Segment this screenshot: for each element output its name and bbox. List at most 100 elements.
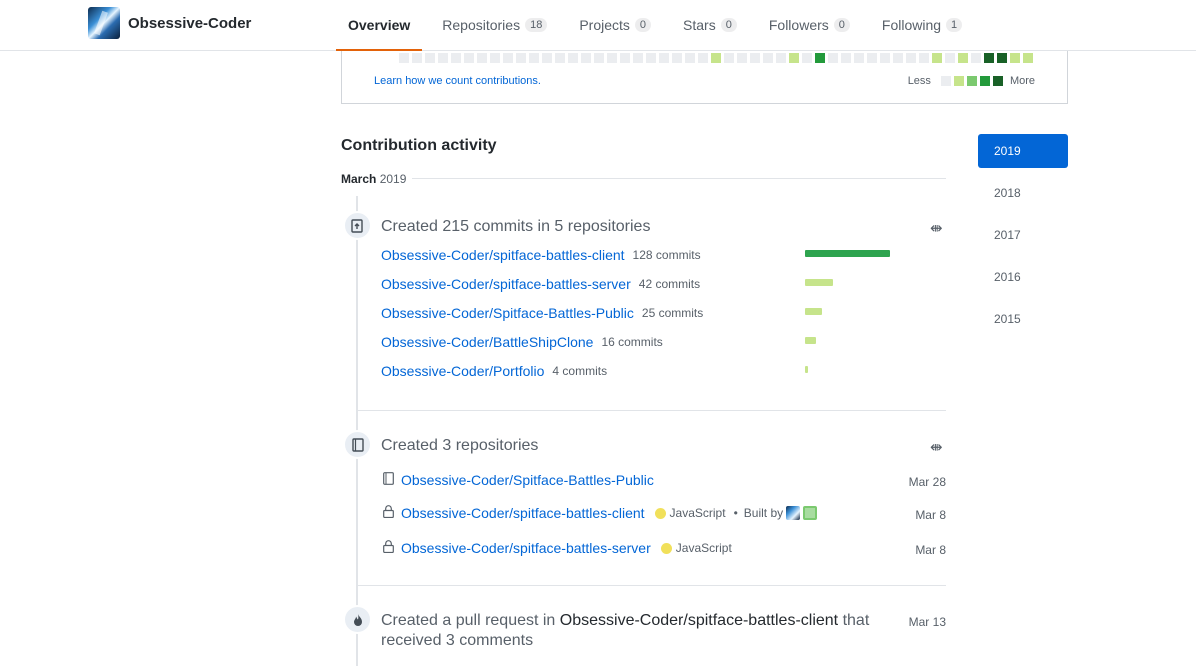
contribution-day-cell[interactable] (555, 53, 565, 63)
contribution-day-cell[interactable] (867, 53, 877, 63)
avatar[interactable] (88, 7, 120, 39)
built-by-label: Built by (743, 506, 784, 520)
contribution-day-cell[interactable] (945, 53, 955, 63)
commit-count-link[interactable]: 16 commits (601, 335, 662, 349)
contribution-day-cell[interactable] (516, 53, 526, 63)
user-link[interactable]: Obsessive-Coder (88, 7, 251, 39)
repo-link[interactable]: Obsessive-Coder/spitface-battles-client (381, 247, 625, 263)
tab-overview[interactable]: Overview (336, 0, 423, 51)
contribution-day-cell[interactable] (607, 53, 617, 63)
commit-row: Obsessive-Coder/spitface-battles-client 1… (381, 246, 701, 264)
contribution-day-cell[interactable] (737, 53, 747, 63)
contribution-day-cell[interactable] (724, 53, 734, 63)
contribution-day-cell[interactable] (880, 53, 890, 63)
contribution-day-cell[interactable] (1023, 53, 1033, 63)
tab-following[interactable]: Following 1 (870, 0, 974, 51)
contribution-day-cell[interactable] (633, 53, 643, 63)
pr-event-prefix: Created a pull request in (381, 612, 556, 629)
contribution-day-cell[interactable] (412, 53, 422, 63)
contribution-day-cell[interactable] (828, 53, 838, 63)
fold-icon[interactable]: ⇼ (930, 438, 943, 456)
year-selector: 2019 2018 2017 2016 2015 (978, 134, 1068, 344)
contribution-day-cell[interactable] (594, 53, 604, 63)
calendar-cells (399, 53, 1036, 63)
year-link-2017[interactable]: 2017 (978, 218, 1068, 252)
contribution-day-cell[interactable] (542, 53, 552, 63)
repo-link[interactable]: Obsessive-Coder/Spitface-Battles-Public (381, 305, 634, 321)
commit-bar (805, 366, 808, 373)
contribution-day-cell[interactable] (997, 53, 1007, 63)
repo-link[interactable]: Obsessive-Coder/spitface-battles-server (381, 276, 631, 292)
commit-count-link[interactable]: 128 commits (633, 248, 701, 262)
lock-icon (381, 540, 395, 556)
contribution-day-cell[interactable] (529, 53, 539, 63)
commit-count-link[interactable]: 4 commits (552, 364, 607, 378)
contribution-day-cell[interactable] (984, 53, 994, 63)
repo-link[interactable]: Obsessive-Coder/spitface-battles-server (401, 540, 651, 556)
contribution-day-cell[interactable] (490, 53, 500, 63)
contribution-day-cell[interactable] (776, 53, 786, 63)
contribution-day-cell[interactable] (750, 53, 760, 63)
commit-bar (805, 250, 890, 257)
year-link-2019[interactable]: 2019 (978, 134, 1068, 168)
profile-header: Obsessive-Coder Overview Repositories 18 … (0, 0, 1196, 51)
contribution-day-cell[interactable] (1010, 53, 1020, 63)
contribution-day-cell[interactable] (672, 53, 682, 63)
contribution-day-cell[interactable] (399, 53, 409, 63)
tab-projects[interactable]: Projects 0 (567, 0, 663, 51)
repo-link[interactable]: Obsessive-Coder/BattleShipClone (381, 334, 593, 350)
tab-label: Projects (579, 16, 630, 33)
tab-repositories[interactable]: Repositories 18 (430, 0, 559, 51)
commit-bar (805, 308, 822, 315)
commit-count-link[interactable]: 25 commits (642, 306, 703, 320)
contribution-day-cell[interactable] (932, 53, 942, 63)
contribution-day-cell[interactable] (802, 53, 812, 63)
tab-followers[interactable]: Followers 0 (757, 0, 862, 51)
contributor-avatar[interactable] (803, 506, 818, 520)
year-link-2015[interactable]: 2015 (978, 302, 1068, 336)
language-color-dot (654, 507, 666, 519)
repo-icon-svg (382, 472, 394, 485)
contribution-day-cell[interactable] (425, 53, 435, 63)
contribution-day-cell[interactable] (919, 53, 929, 63)
contribution-day-cell[interactable] (763, 53, 773, 63)
contribution-day-cell[interactable] (568, 53, 578, 63)
contribution-day-cell[interactable] (646, 53, 656, 63)
contribution-day-cell[interactable] (581, 53, 591, 63)
repo-row: Obsessive-Coder/spitface-battles-server … (381, 539, 732, 557)
pr-repo-link[interactable]: Obsessive-Coder/spitface-battles-client (560, 612, 838, 629)
contribution-day-cell[interactable] (451, 53, 461, 63)
contribution-day-cell[interactable] (503, 53, 513, 63)
tab-stars[interactable]: Stars 0 (671, 0, 749, 51)
contribution-day-cell[interactable] (620, 53, 630, 63)
contribution-day-cell[interactable] (698, 53, 708, 63)
contribution-day-cell[interactable] (841, 53, 851, 63)
fold-icon[interactable]: ⇼ (930, 219, 943, 237)
legend-less: Less (907, 75, 931, 87)
contribution-day-cell[interactable] (685, 53, 695, 63)
year-link-2016[interactable]: 2016 (978, 260, 1068, 294)
contributor-avatar[interactable] (786, 506, 801, 520)
pull-request-event-icon (343, 605, 372, 634)
repo-link[interactable]: Obsessive-Coder/spitface-battles-client (401, 505, 645, 521)
contribution-day-cell[interactable] (971, 53, 981, 63)
contribution-day-cell[interactable] (893, 53, 903, 63)
contribution-day-cell[interactable] (711, 53, 721, 63)
commit-count-link[interactable]: 42 commits (639, 277, 700, 291)
contribution-day-cell[interactable] (438, 53, 448, 63)
profile-tabs: Overview Repositories 18 Projects 0 Stars 0… (336, 0, 982, 51)
contribution-day-cell[interactable] (854, 53, 864, 63)
username[interactable]: Obsessive-Coder (128, 15, 251, 32)
year-link-2018[interactable]: 2018 (978, 176, 1068, 210)
contribution-day-cell[interactable] (464, 53, 474, 63)
contribution-day-cell[interactable] (906, 53, 916, 63)
event-date: Mar 8 (915, 508, 946, 522)
contribution-day-cell[interactable] (958, 53, 968, 63)
learn-contributions-link[interactable]: Learn how we count contributions. (374, 75, 541, 87)
contribution-day-cell[interactable] (815, 53, 825, 63)
contribution-day-cell[interactable] (789, 53, 799, 63)
contribution-day-cell[interactable] (659, 53, 669, 63)
contribution-day-cell[interactable] (477, 53, 487, 63)
repo-link[interactable]: Obsessive-Coder/Portfolio (381, 363, 544, 379)
repo-link[interactable]: Obsessive-Coder/Spitface-Battles-Public (401, 472, 654, 488)
